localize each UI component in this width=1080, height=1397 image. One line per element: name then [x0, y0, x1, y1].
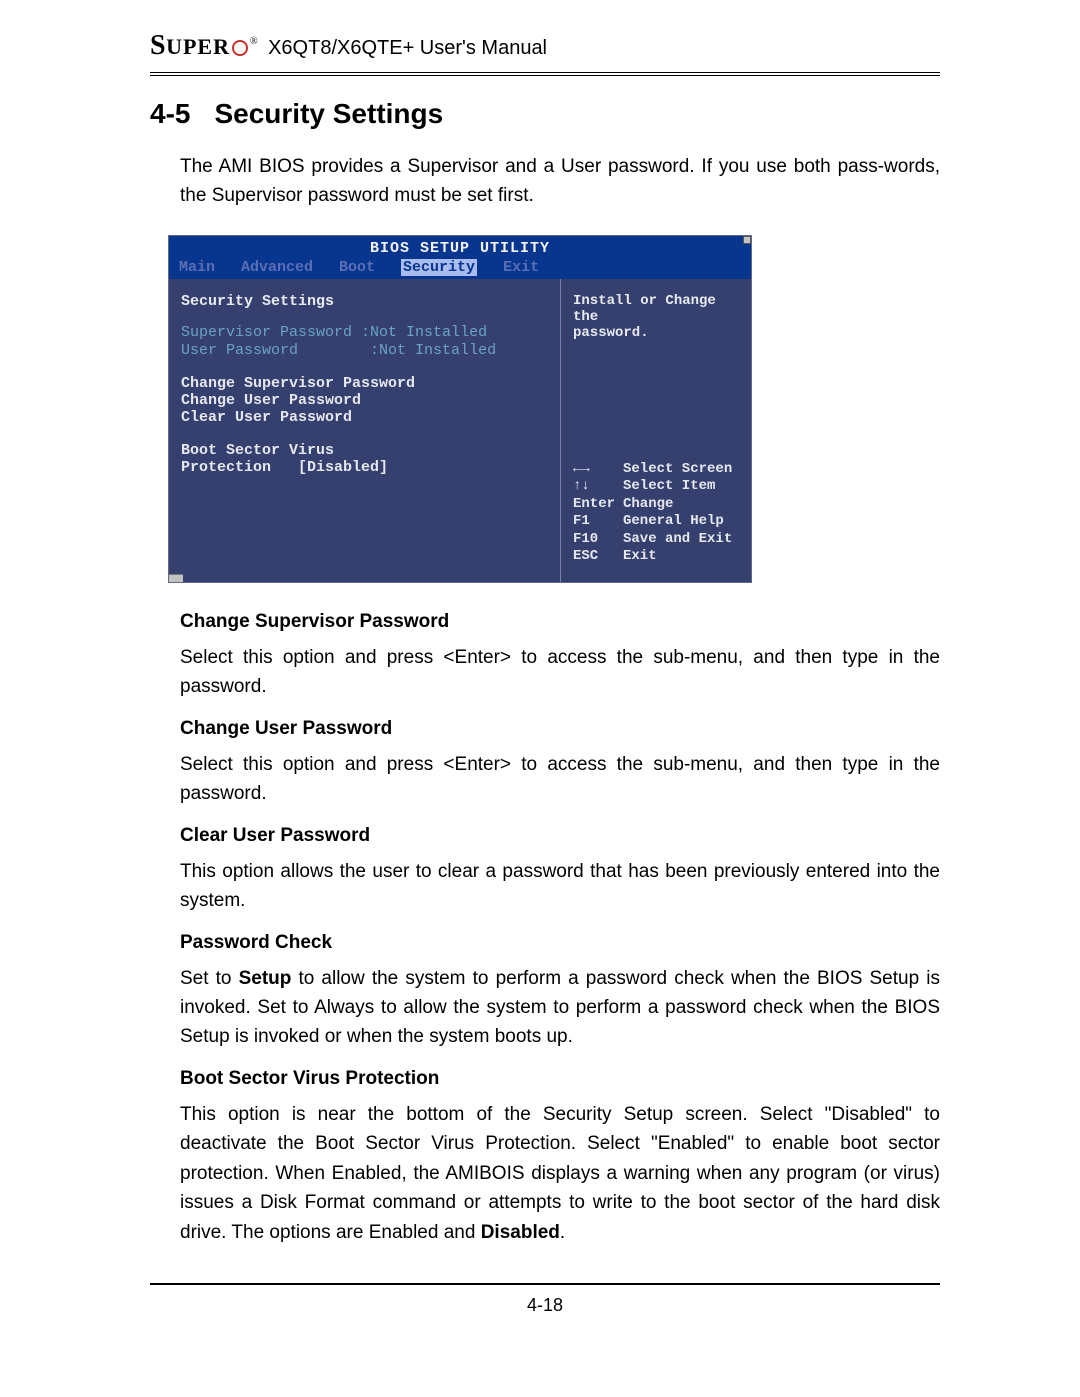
key-f10: F10: [573, 531, 623, 549]
subhead-password-check: Password Check: [180, 932, 940, 954]
para-clear-user: This option allows the user to clear a p…: [180, 857, 940, 916]
help-keys: ←→Select Screen ↑↓Select Item EnterChang…: [573, 461, 741, 566]
supervisor-password-label: Supervisor Password: [181, 324, 352, 341]
tab-boot[interactable]: Boot: [339, 259, 375, 276]
brand-logo: SUPER ®: [150, 30, 258, 62]
bios-left-panel: Security Settings Supervisor Password :N…: [169, 279, 561, 582]
para-boot-sector: This option is near the bottom of the Se…: [180, 1100, 940, 1247]
manual-title: X6QT8/X6QTE+ User's Manual: [268, 37, 547, 60]
key-f1: F1: [573, 513, 623, 531]
section-heading: 4-5 Security Settings: [150, 98, 940, 130]
user-password-value: :Not Installed: [370, 342, 496, 359]
subhead-change-supervisor: Change Supervisor Password: [180, 611, 940, 633]
tab-advanced[interactable]: Advanced: [241, 259, 313, 276]
registered-mark: ®: [250, 36, 258, 47]
scrollbar-bottom-icon: [169, 574, 183, 582]
subhead-boot-sector: Boot Sector Virus Protection: [180, 1068, 940, 1090]
arrows-ud-icon: ↑↓: [573, 478, 623, 496]
user-password-row: User Password :Not Installed: [181, 342, 550, 359]
brand-rest: UPER: [166, 34, 230, 59]
bios-screenshot: BIOS SETUP UTILITY Main Advanced Boot Se…: [168, 235, 752, 583]
user-password-label: User Password: [181, 342, 298, 359]
subhead-clear-user: Clear User Password: [180, 825, 940, 847]
bios-tabs: Main Advanced Boot Security Exit: [169, 259, 751, 279]
boot-sector-value: [Disabled]: [298, 459, 388, 476]
tab-security[interactable]: Security: [401, 259, 477, 276]
menu-change-user[interactable]: Change User Password: [181, 392, 550, 409]
bios-right-panel: Install or Change the password. ←→Select…: [561, 279, 751, 582]
menu-change-supervisor[interactable]: Change Supervisor Password: [181, 375, 550, 392]
para-password-check: Set to Setup to allow the system to perf…: [180, 964, 940, 1052]
bios-panel-title: Security Settings: [181, 293, 550, 310]
circle-icon: [232, 40, 248, 56]
page-header: SUPER ® X6QT8/X6QTE+ User's Manual: [150, 30, 940, 76]
tab-exit[interactable]: Exit: [503, 259, 539, 276]
arrows-lr-icon: ←→: [573, 461, 623, 479]
section-intro: The AMI BIOS provides a Supervisor and a…: [180, 152, 940, 211]
key-select-item: Select Item: [623, 478, 715, 494]
key-select-screen: Select Screen: [623, 461, 732, 477]
bios-title: BIOS SETUP UTILITY: [169, 240, 751, 257]
para-change-user: Select this option and press <Enter> to …: [180, 750, 940, 809]
section-title: Security Settings: [214, 98, 443, 129]
para-change-supervisor: Select this option and press <Enter> to …: [180, 643, 940, 702]
key-enter: Enter: [573, 496, 623, 514]
key-f1-label: General Help: [623, 513, 724, 529]
tab-main[interactable]: Main: [179, 259, 215, 276]
page-number: 4-18: [150, 1295, 940, 1316]
subhead-change-user: Change User Password: [180, 718, 940, 740]
key-esc-label: Exit: [623, 548, 657, 564]
section-number: 4-5: [150, 98, 190, 129]
supervisor-password-row: Supervisor Password :Not Installed: [181, 324, 550, 341]
key-f10-label: Save and Exit: [623, 531, 732, 547]
supervisor-password-value: :Not Installed: [361, 324, 487, 341]
key-esc: ESC: [573, 548, 623, 566]
footer-rule: [150, 1283, 940, 1285]
boot-sector-row[interactable]: Boot Sector Virus Protection [Disabled]: [181, 442, 550, 476]
menu-clear-user[interactable]: Clear User Password: [181, 409, 550, 426]
brand-initial: S: [150, 30, 166, 61]
scrollbar-up-icon: [743, 236, 751, 244]
key-enter-label: Change: [623, 496, 673, 512]
help-text: Install or Change the password.: [573, 293, 741, 341]
